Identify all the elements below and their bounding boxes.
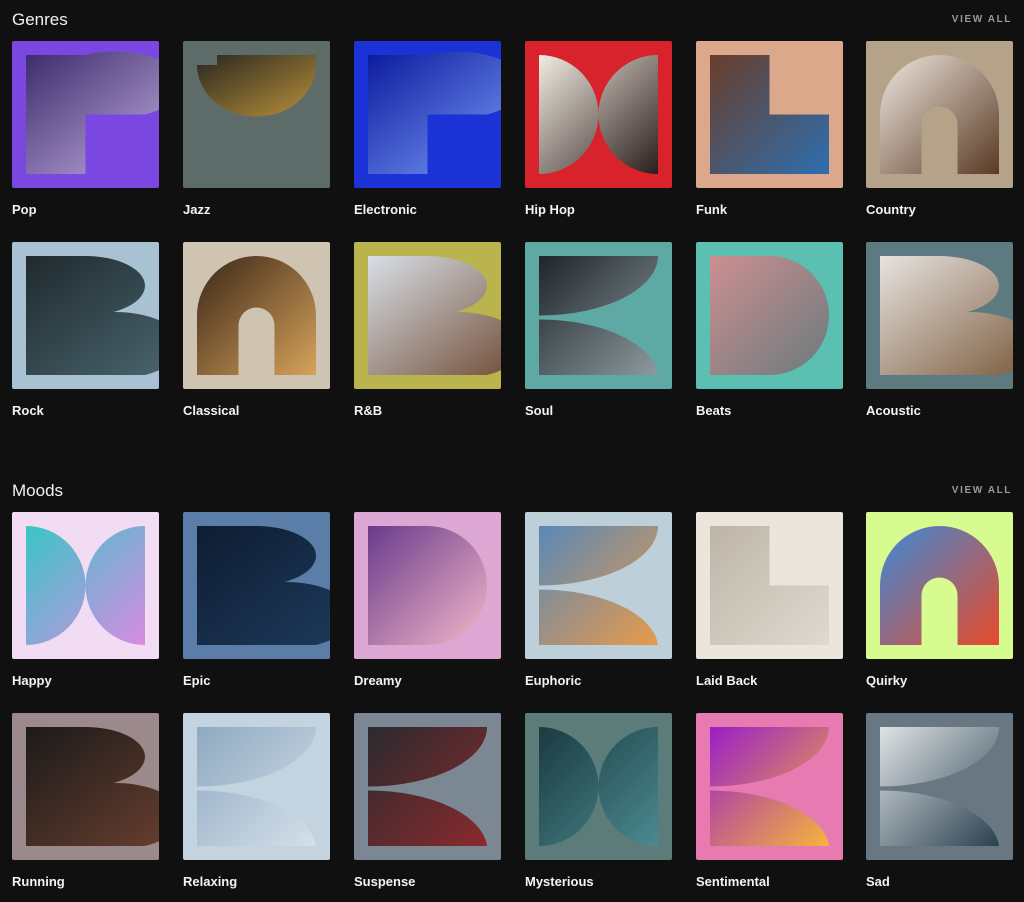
tile-label[interactable]: Rock: [12, 403, 44, 418]
tile-r-b[interactable]: [354, 242, 501, 389]
tile-artwork: [368, 51, 501, 174]
tile-euphoric[interactable]: [525, 512, 672, 659]
tile-suspense[interactable]: [354, 713, 501, 860]
tile-relaxing[interactable]: [183, 713, 330, 860]
tile-laid-back[interactable]: [696, 512, 843, 659]
moods-title: Moods: [12, 481, 64, 500]
tile-artwork: [26, 526, 145, 645]
tile-artwork: [539, 526, 658, 645]
tile-electronic[interactable]: [354, 41, 501, 188]
tile-soul[interactable]: [525, 242, 672, 389]
tile-pop[interactable]: [12, 41, 159, 188]
tile-beats[interactable]: [696, 242, 843, 389]
tile-rock[interactable]: [12, 242, 159, 389]
tile-funk[interactable]: [696, 41, 843, 188]
tile-running[interactable]: [12, 713, 159, 860]
moods-view-all-link[interactable]: VIEW ALL: [952, 485, 1012, 496]
tile-artwork: [710, 55, 829, 174]
tile-artwork: [539, 256, 658, 375]
tile-label[interactable]: Sentimental: [696, 874, 770, 889]
tile-artwork: [197, 55, 316, 117]
tile-artwork: [880, 256, 1013, 375]
tile-artwork: [197, 256, 316, 375]
tile-artwork: [26, 727, 159, 846]
tile-artwork: [539, 727, 658, 846]
tile-label[interactable]: Soul: [525, 403, 553, 418]
tile-artwork: [368, 526, 487, 645]
tile-label[interactable]: Acoustic: [866, 403, 921, 418]
tile-label[interactable]: Electronic: [354, 202, 417, 217]
tile-label[interactable]: Beats: [696, 403, 731, 418]
tile-label[interactable]: Country: [866, 202, 916, 217]
tile-sad[interactable]: [866, 713, 1013, 860]
tile-classical[interactable]: [183, 242, 330, 389]
tile-artwork: [26, 256, 159, 375]
tile-label[interactable]: Running: [12, 874, 65, 889]
tile-label[interactable]: Pop: [12, 202, 37, 217]
tile-artwork: [880, 727, 999, 846]
tile-label[interactable]: Quirky: [866, 673, 907, 688]
tile-artwork: [26, 51, 159, 174]
tile-quirky[interactable]: [866, 512, 1013, 659]
tile-mysterious[interactable]: [525, 713, 672, 860]
tile-label[interactable]: Classical: [183, 403, 239, 418]
tile-artwork: [880, 55, 999, 174]
tile-artwork: [368, 727, 487, 846]
tile-label[interactable]: R&B: [354, 403, 382, 418]
tile-artwork: [880, 526, 999, 645]
tile-label[interactable]: Euphoric: [525, 673, 581, 688]
tile-sentimental[interactable]: [696, 713, 843, 860]
tile-label[interactable]: Jazz: [183, 202, 210, 217]
tile-artwork: [197, 727, 316, 846]
tile-label[interactable]: Dreamy: [354, 673, 402, 688]
tile-artwork: [368, 256, 501, 375]
tile-artwork: [539, 55, 658, 174]
tile-label[interactable]: Happy: [12, 673, 52, 688]
tile-label[interactable]: Mysterious: [525, 874, 594, 889]
tile-hip-hop[interactable]: [525, 41, 672, 188]
genres-view-all-link[interactable]: VIEW ALL: [952, 14, 1012, 25]
tile-artwork: [197, 526, 330, 645]
tile-jazz[interactable]: [183, 41, 330, 188]
tile-artwork: [710, 727, 829, 846]
tile-label[interactable]: Funk: [696, 202, 727, 217]
tile-happy[interactable]: [12, 512, 159, 659]
tile-artwork: [710, 526, 829, 645]
tile-label[interactable]: Relaxing: [183, 874, 237, 889]
genres-title: Genres: [12, 10, 68, 29]
tile-country[interactable]: [866, 41, 1013, 188]
tile-label[interactable]: Hip Hop: [525, 202, 575, 217]
tile-label[interactable]: Laid Back: [696, 673, 757, 688]
tile-epic[interactable]: [183, 512, 330, 659]
tile-dreamy[interactable]: [354, 512, 501, 659]
tile-label[interactable]: Suspense: [354, 874, 415, 889]
tile-label[interactable]: Sad: [866, 874, 890, 889]
tile-acoustic[interactable]: [866, 242, 1013, 389]
tile-artwork: [710, 256, 829, 375]
tile-label[interactable]: Epic: [183, 673, 210, 688]
